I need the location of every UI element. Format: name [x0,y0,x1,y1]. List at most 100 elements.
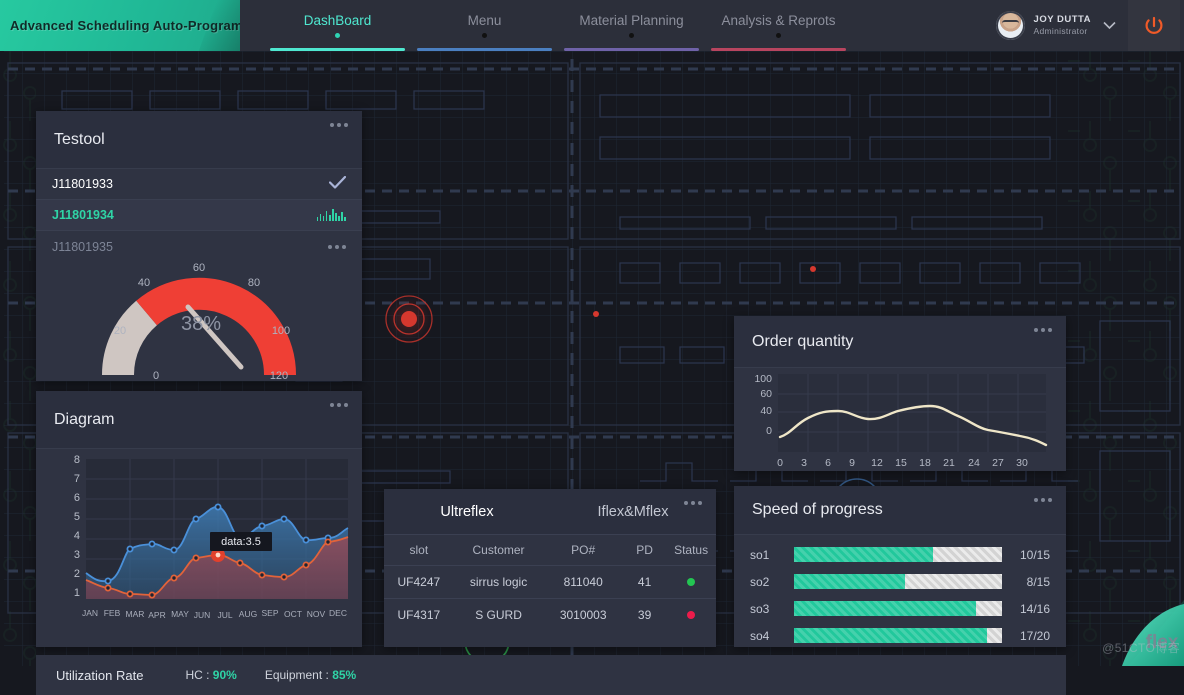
cell-po: 3010003 [543,599,623,632]
check-icon [329,176,346,193]
tab-iflex-mflex[interactable]: Iflex&Mflex [550,504,716,520]
order-title: Order quantity [752,333,853,351]
progress-track [794,628,1002,643]
cell-status [666,566,716,599]
progress-label: so2 [750,575,794,589]
progress-fill [794,574,905,589]
user-name: JOY DUTTA [1034,14,1091,26]
progress-row: so2 8/15 [734,568,1066,595]
progress-fill [794,628,987,643]
user-info: JOY DUTTA Administrator [1034,14,1091,37]
x-tick-18: 18 [919,457,931,469]
gauge-value: 38% [181,313,221,335]
order-quantity-line-chart: 100 60 40 0 0 3 6 9 12 15 18 21 24 27 30 [734,368,1066,470]
cell-po: 811040 [543,566,623,599]
more-options-icon[interactable] [684,501,702,505]
nav-label: Material Planning [579,13,683,28]
avatar [996,11,1025,40]
nav-label: DashBoard [304,13,372,28]
y-tick-6: 6 [74,492,80,504]
gauge-tick-100: 100 [272,325,290,337]
x-tick-0: 0 [777,457,783,469]
chevron-down-icon[interactable] [1103,19,1116,33]
tab-ultreflex[interactable]: Ultreflex [384,504,550,520]
tool-id: J11801933 [52,177,329,191]
progress-fill [794,547,933,562]
power-icon [1143,15,1165,37]
y-tick-1: 1 [74,587,80,599]
main-nav: DashBoard Menu Material Planning Analysi… [264,0,852,51]
table-tabs: Ultreflex Iflex&Mflex [384,489,716,535]
utilization-rate-bar: Utilization Rate HC : 90% Equipment : 85… [36,655,1066,695]
more-options-icon[interactable] [1034,498,1052,502]
nav-item-material-planning[interactable]: Material Planning [558,0,705,51]
user-menu[interactable]: JOY DUTTA Administrator [996,0,1184,51]
alert-dot-red [593,311,599,317]
column-customer: Customer [454,535,544,566]
x-tick-27: 27 [992,457,1004,469]
y-tick-2: 2 [74,568,80,580]
tool-row[interactable]: J11801933 [36,169,362,200]
table-header-row: slot Customer PO# PD Status [384,535,716,566]
order-table: slot Customer PO# PD Status UF4247 sirru… [384,535,716,631]
x-tick-may: MAY [171,609,189,619]
progress-row: so1 10/15 [734,541,1066,568]
progress-label: so3 [750,602,794,616]
power-button[interactable] [1128,0,1180,51]
cell-pd: 39 [623,599,666,632]
tool-row[interactable]: J11801934 [36,200,362,231]
speed-of-progress-card: Speed of progress so1 10/15 so2 8/15 so3… [734,486,1066,647]
x-tick-12: 12 [871,457,883,469]
utilization-title: Utilization Rate [56,668,143,683]
nav-item-dashboard[interactable]: DashBoard [264,0,411,51]
column-slot: slot [384,535,454,566]
x-tick-15: 15 [895,457,907,469]
x-tick-9: 9 [849,457,855,469]
progress-value: 10/15 [1002,548,1050,562]
alert-dot-red [810,266,816,272]
alert-marker-red [385,295,433,343]
progress-track [794,574,1002,589]
y-tick-7: 7 [74,473,80,485]
more-options-icon[interactable] [330,123,348,127]
order-quantity-card: Order quantity 100 60 40 [734,316,1066,471]
app-title: Advanced Scheduling Auto-Program [0,18,240,33]
x-tick-jul: JUL [217,610,232,620]
table-row[interactable]: UF4317 S GURD 3010003 39 [384,599,716,632]
gauge-tick-40: 40 [138,277,150,289]
cell-customer: sirrus logic [454,566,544,599]
nav-item-analysis-reports[interactable]: Analysis & Reprots [705,0,852,51]
nav-dot [629,33,634,38]
progress-track [794,601,1002,616]
diagram-area-chart: 8 7 6 5 4 3 2 1 [36,449,362,646]
utilization-equipment: Equipment : 85% [265,668,356,682]
diagram-title: Diagram [54,411,114,429]
cell-pd: 41 [623,566,666,599]
more-options-icon[interactable] [330,403,348,407]
cell-slot: UF4317 [384,599,454,632]
gauge-tick-80: 80 [248,277,260,289]
x-tick-oct: OCT [284,609,302,619]
diagram-card: Diagram [36,391,362,647]
nav-label: Menu [468,13,502,28]
app-logo-area: Advanced Scheduling Auto-Program [0,0,240,51]
y-tick-3: 3 [74,549,80,561]
x-tick-dec: DEC [329,608,347,618]
gauge-tick-120: 120 [270,370,288,381]
gauge-tick-60: 60 [193,262,205,274]
y-tick-8: 8 [74,454,80,466]
progress-row: so4 17/20 [734,622,1066,649]
order-card-header: Order quantity [734,316,1066,368]
cell-customer: S GURD [454,599,544,632]
table-row[interactable]: UF4247 sirrus logic 811040 41 [384,566,716,599]
x-tick-jan: JAN [82,608,98,618]
top-navigation-bar: Advanced Scheduling Auto-Program DashBoa… [0,0,1184,51]
x-tick-nov: NOV [307,609,326,619]
progress-row: so3 14/16 [734,595,1066,622]
status-badge [687,578,695,586]
more-options-icon[interactable] [1034,328,1052,332]
speed-card-header: Speed of progress [734,486,1066,535]
nav-item-menu[interactable]: Menu [411,0,558,51]
speed-title: Speed of progress [752,501,883,519]
x-tick-6: 6 [825,457,831,469]
